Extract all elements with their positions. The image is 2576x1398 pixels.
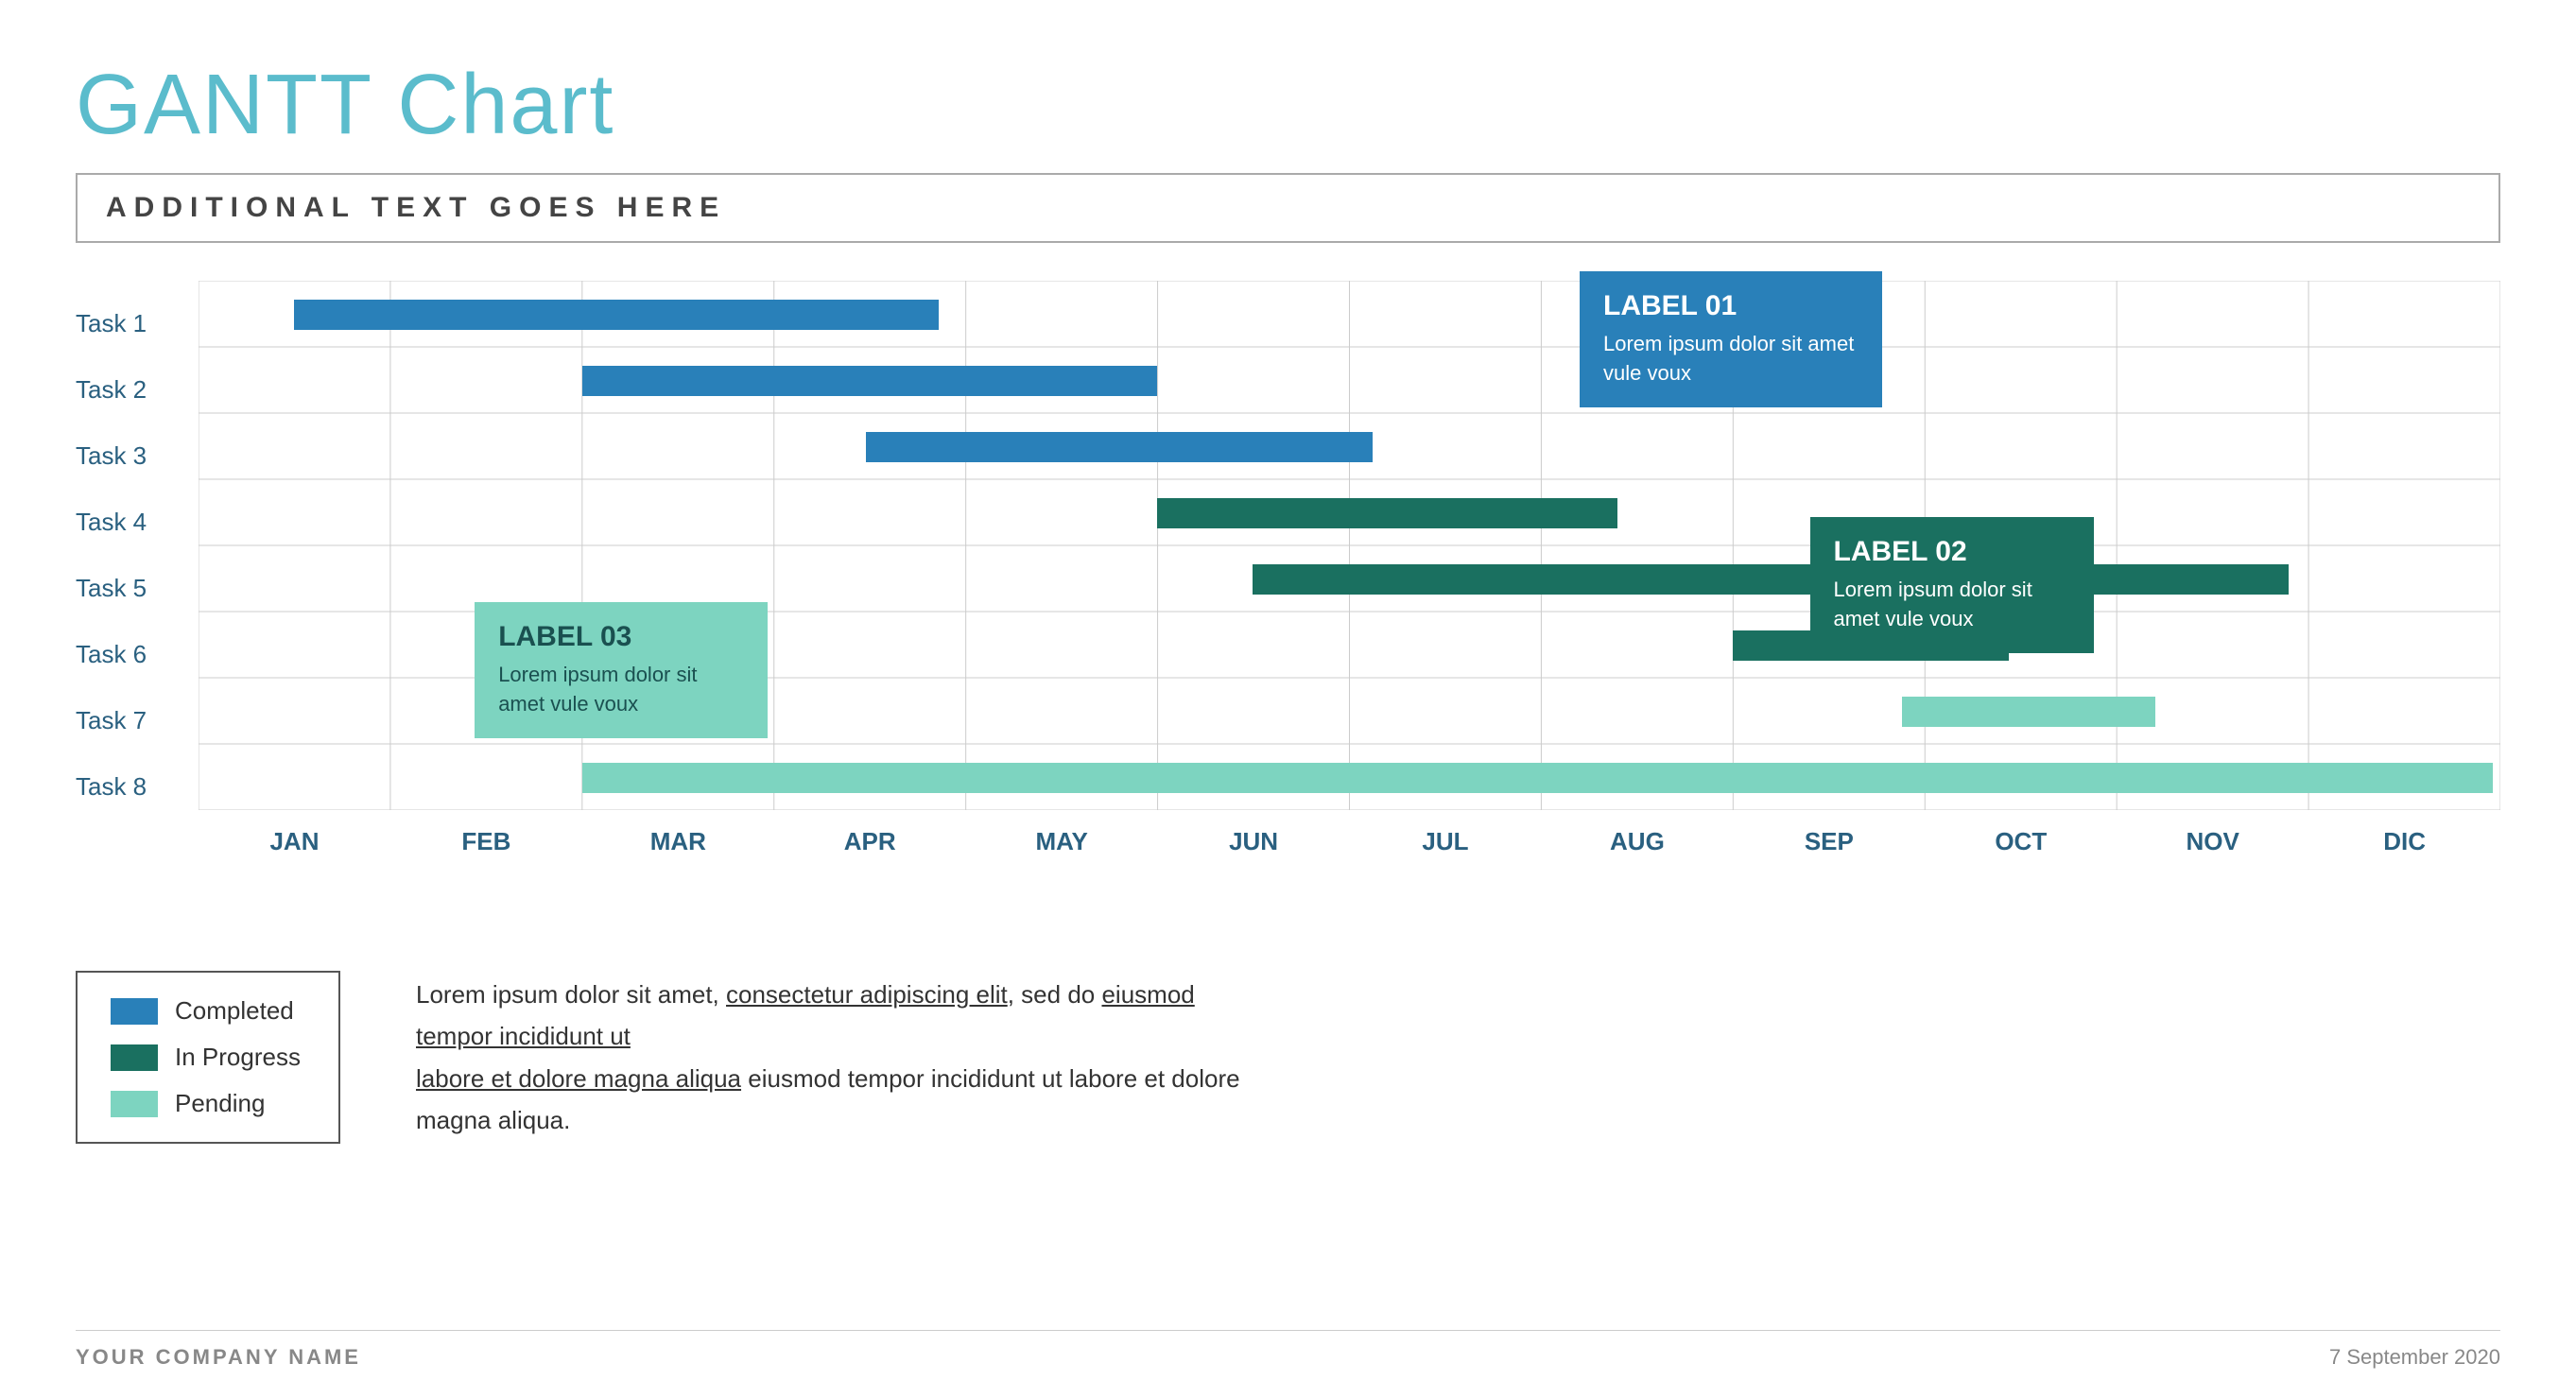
task-label-1: Task 1 [76, 290, 199, 356]
chart-grid: LABEL 01 Lorem ipsum dolor sit amet vule… [199, 281, 2500, 914]
month-nov: NOV [2117, 818, 2308, 856]
task-labels: Task 1 Task 2 Task 3 Task 4 Task 5 Task … [76, 281, 199, 914]
legend-item-inprogress: In Progress [111, 1043, 305, 1072]
month-mar: MAR [582, 818, 774, 856]
legend-item-completed: Completed [111, 996, 305, 1026]
month-oct: OCT [1925, 818, 2117, 856]
footer: YOUR COMPANY NAME 7 September 2020 [76, 1330, 2500, 1370]
legend-label-inprogress: In Progress [175, 1043, 301, 1072]
month-apr: APR [774, 818, 966, 856]
month-feb: FEB [390, 818, 582, 856]
subtitle-text: ADDITIONAL TEXT GOES HERE [106, 192, 726, 223]
task-label-2: Task 2 [76, 356, 199, 423]
legend-swatch-pending [111, 1091, 158, 1117]
task-label-8: Task 8 [76, 753, 199, 820]
bar-task2 [582, 366, 1158, 396]
callout-label01: LABEL 01 Lorem ipsum dolor sit amet vule… [1580, 271, 1882, 407]
bar-task4 [1157, 498, 1617, 528]
task-label-7: Task 7 [76, 687, 199, 753]
task-label-4: Task 4 [76, 489, 199, 555]
task-label-5: Task 5 [76, 555, 199, 621]
description-text: Lorem ipsum dolor sit amet, consectetur … [416, 974, 1267, 1141]
legend-swatch-completed [111, 998, 158, 1025]
month-may: MAY [966, 818, 1158, 856]
legend-swatch-inprogress [111, 1044, 158, 1071]
legend-box: Completed In Progress Pending [76, 971, 340, 1144]
bar-task3 [866, 432, 1373, 462]
bar-task7 [1902, 697, 2155, 727]
footer-company: YOUR COMPANY NAME [76, 1345, 361, 1370]
legend-item-pending: Pending [111, 1089, 305, 1118]
legend-label-pending: Pending [175, 1089, 265, 1118]
legend-section: Completed In Progress Pending Lorem ipsu… [76, 971, 2500, 1144]
callout02-body: Lorem ipsum dolor sit amet vule voux [1834, 576, 2070, 634]
months-row: JAN FEB MAR APR MAY JUN JUL AUG SEP OCT … [199, 818, 2500, 856]
month-sep: SEP [1733, 818, 1925, 856]
callout-label02: LABEL 02 Lorem ipsum dolor sit amet vule… [1810, 517, 2094, 653]
month-jul: JUL [1350, 818, 1542, 856]
month-jan: JAN [199, 818, 390, 856]
bar-task5 [1253, 564, 2289, 595]
callout03-title: LABEL 03 [498, 621, 744, 653]
month-dic: DIC [2308, 818, 2500, 856]
legend-label-completed: Completed [175, 996, 294, 1026]
callout03-body: Lorem ipsum dolor sit amet vule voux [498, 661, 744, 719]
callout02-title: LABEL 02 [1834, 536, 2070, 568]
task-label-6: Task 6 [76, 621, 199, 687]
bar-task8 [582, 763, 2493, 793]
month-aug: AUG [1541, 818, 1733, 856]
subtitle-bar: ADDITIONAL TEXT GOES HERE [76, 173, 2500, 243]
callout01-body: Lorem ipsum dolor sit amet vule voux [1603, 330, 1859, 388]
page: GANTT Chart ADDITIONAL TEXT GOES HERE Ta… [0, 0, 2576, 1398]
bar-task1 [294, 300, 939, 330]
task-label-3: Task 3 [76, 423, 199, 489]
footer-date: 7 September 2020 [2329, 1345, 2500, 1370]
page-title: GANTT Chart [76, 57, 2500, 154]
callout01-title: LABEL 01 [1603, 290, 1859, 322]
callout-label03: LABEL 03 Lorem ipsum dolor sit amet vule… [475, 602, 768, 738]
month-jun: JUN [1158, 818, 1350, 856]
